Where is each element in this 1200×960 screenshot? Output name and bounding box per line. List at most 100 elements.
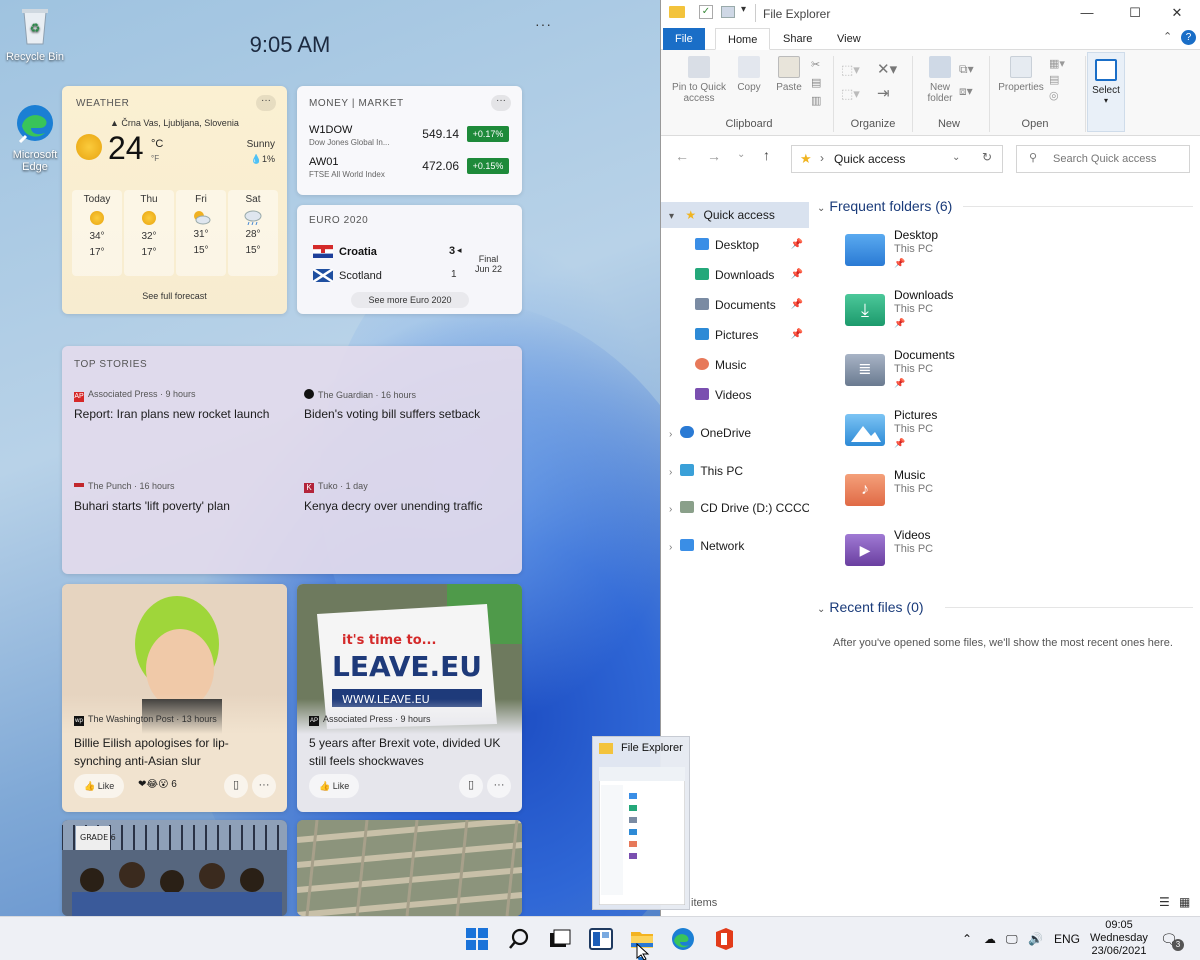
edge-shortcut[interactable]: Microsoft Edge	[0, 102, 70, 173]
back-icon[interactable]: ←	[675, 148, 689, 164]
ticker-row[interactable]: AW01 FTSE All World Index 472.06 +0.15%	[309, 156, 509, 184]
unit-celsius[interactable]: °C	[151, 138, 163, 150]
folder-tile-documents[interactable]: ≣ Documents This PC 📌	[845, 348, 1095, 404]
paste-button[interactable]: Paste	[771, 50, 807, 93]
nav-item-desktop[interactable]: Desktop 📌	[661, 232, 809, 258]
address-bar[interactable]: ★ › Quick access ⌄ ↻	[791, 145, 1003, 173]
select-button[interactable]: Select ▾	[1087, 52, 1125, 132]
tab-share[interactable]: Share	[771, 28, 824, 50]
nav-item-music[interactable]: Music	[661, 352, 809, 378]
file-explorer-window[interactable]: ✓ ▾ File Explorer — ☐ ✕ File Home Share …	[660, 0, 1200, 916]
ticker-row[interactable]: W1DOW Dow Jones Global In... 549.14 +0.1…	[309, 124, 509, 152]
story-item[interactable]: K Tuko · 1 day Kenya decry over unending …	[304, 481, 522, 513]
open-edit-history-icons[interactable]: ▦▾ ▤ ◎	[1049, 56, 1065, 104]
close-icon[interactable]: ✕	[1157, 0, 1197, 26]
qat-dropdown-icon[interactable]: ▾	[741, 4, 746, 15]
see-more-euro-link[interactable]: See more Euro 2020	[351, 292, 469, 308]
network-tray-icon[interactable]: 🖵	[1006, 917, 1018, 960]
taskbar-thumbnail-preview[interactable]: File Explorer	[592, 736, 690, 910]
folder-tile-pictures[interactable]: Pictures This PC 📌	[845, 408, 1095, 464]
recycle-bin[interactable]: ♻ Recycle Bin	[0, 4, 70, 63]
money-widget[interactable]: MONEY | MARKET ··· W1DOW Dow Jones Globa…	[297, 86, 522, 195]
news-card[interactable]: GRADE 6	[62, 820, 287, 916]
refresh-icon[interactable]: ↻	[982, 150, 992, 164]
nav-quick-access[interactable]: ▾ ★ Quick access	[661, 202, 809, 228]
story-item[interactable]: The Guardian · 16 hours Biden's voting b…	[304, 389, 522, 421]
new-folder-button[interactable]: New folder	[917, 50, 963, 104]
bookmark-icon[interactable]: ▯	[224, 774, 248, 798]
folder-tile-videos[interactable]: ▶ Videos This PC	[845, 528, 1095, 584]
forecast-day: Thu 32° 17°	[124, 190, 174, 276]
language-indicator[interactable]: ENG	[1054, 917, 1080, 960]
widgets-more-icon[interactable]: ···	[535, 16, 552, 32]
onedrive-tray-icon[interactable]: ☁	[984, 917, 996, 960]
recent-locations-icon[interactable]: ⌄	[737, 149, 745, 160]
news-card[interactable]: wp The Washington Post · 13 hours Billie …	[62, 584, 287, 812]
like-button[interactable]: 👍 Like	[74, 774, 125, 798]
search-button[interactable]	[507, 927, 531, 951]
details-view-icon[interactable]: ☰	[1159, 895, 1170, 909]
start-button[interactable]	[465, 927, 489, 951]
move-copy-to-icons[interactable]: ⬚▾ ⬚▾	[841, 58, 860, 106]
story-item[interactable]: The Punch · 16 hours Buhari starts 'lift…	[74, 481, 294, 513]
large-icons-view-icon[interactable]: ▦	[1179, 895, 1190, 909]
story-item[interactable]: AP Associated Press · 9 hours Report: Ira…	[74, 389, 294, 421]
nav-item-pictures[interactable]: Pictures 📌	[661, 322, 809, 348]
forward-icon[interactable]: →	[707, 148, 721, 164]
properties-qat-icon[interactable]: ✓	[699, 5, 713, 19]
unit-fahrenheit[interactable]: °F	[151, 154, 159, 163]
show-hidden-icons[interactable]: ⌃	[962, 917, 972, 960]
title-bar[interactable]: ✓ ▾ File Explorer — ☐ ✕	[661, 0, 1200, 26]
team1-score: 3	[449, 245, 456, 257]
frequent-folders-header[interactable]: ⌄ Frequent folders (6)	[817, 198, 952, 214]
folder-tile-desktop[interactable]: Desktop This PC 📌	[845, 228, 1095, 284]
maximize-icon[interactable]: ☐	[1115, 0, 1155, 26]
collapse-ribbon-icon[interactable]: ⌃	[1163, 30, 1172, 43]
news-card[interactable]	[297, 820, 522, 916]
nav-item-documents[interactable]: Documents 📌	[661, 292, 809, 318]
new-item-icons[interactable]: ⧉▾ ⧈▾	[959, 58, 974, 102]
nav-item-videos[interactable]: Videos	[661, 382, 809, 408]
help-icon[interactable]: ?	[1181, 30, 1196, 45]
new-folder-qat-icon[interactable]	[721, 6, 735, 18]
up-icon[interactable]: ↑	[763, 147, 770, 163]
news-card[interactable]: it's time to... LEAVE.EU WWW.LEAVE.EU AP…	[297, 584, 522, 812]
nav-network[interactable]: › Network	[661, 533, 809, 559]
office-taskbar-button[interactable]	[712, 927, 736, 951]
like-button[interactable]: 👍 Like	[309, 774, 360, 798]
nav-cd-drive[interactable]: › CD Drive (D:) CCCOMA	[661, 495, 809, 521]
euro2020-widget[interactable]: EURO 2020 Croatia 3 ◂ Scotland 1 Final J…	[297, 205, 522, 314]
folder-tile-music[interactable]: ♪ Music This PC	[845, 468, 1095, 524]
tab-view[interactable]: View	[825, 28, 873, 50]
tab-file[interactable]: File	[663, 28, 705, 50]
weather-more-icon[interactable]: ···	[256, 95, 276, 111]
pin-quick-access-button[interactable]: Pin to Quick access	[667, 50, 731, 104]
money-more-icon[interactable]: ···	[491, 95, 511, 111]
bookmark-icon[interactable]: ▯	[459, 774, 483, 798]
tab-home[interactable]: Home	[715, 28, 771, 50]
nav-item-downloads[interactable]: Downloads 📌	[661, 262, 809, 288]
more-options-icon[interactable]: ···	[252, 774, 276, 798]
taskbar-clock[interactable]: 09:05 Wednesday 23/06/2021	[1084, 919, 1154, 958]
reactions[interactable]: ❤😂😮 6	[138, 779, 177, 790]
see-full-forecast-link[interactable]: See full forecast	[62, 291, 287, 301]
more-options-icon[interactable]: ···	[487, 774, 511, 798]
delete-rename-icons[interactable]: ✕▾ ⇥	[877, 58, 897, 106]
volume-icon[interactable]: 🔊	[1028, 917, 1043, 960]
weather-widget[interactable]: WEATHER ··· ▲ Črna Vas, Ljubljana, Slove…	[62, 86, 287, 314]
copy-button[interactable]: Copy	[733, 50, 765, 93]
music-folder-icon	[695, 358, 709, 370]
nav-this-pc[interactable]: › This PC	[661, 458, 809, 484]
address-dropdown-icon[interactable]: ⌄	[952, 152, 960, 163]
widgets-button[interactable]	[589, 927, 613, 951]
search-box[interactable]: ⚲ Search Quick access	[1016, 145, 1190, 173]
edge-taskbar-button[interactable]	[671, 927, 695, 951]
properties-button[interactable]: Properties	[995, 50, 1047, 93]
folder-tile-downloads[interactable]: ⤓ Downloads This PC 📌	[845, 288, 1095, 344]
minimize-icon[interactable]: —	[1067, 0, 1107, 26]
nav-onedrive[interactable]: › OneDrive	[661, 420, 809, 446]
clipboard-small-icons[interactable]: ✂ ▤ ▥	[811, 56, 821, 110]
match-status: Final Jun 22	[475, 254, 502, 274]
task-view-button[interactable]	[548, 927, 572, 951]
recent-files-header[interactable]: ⌄ Recent files (0)	[817, 599, 924, 615]
